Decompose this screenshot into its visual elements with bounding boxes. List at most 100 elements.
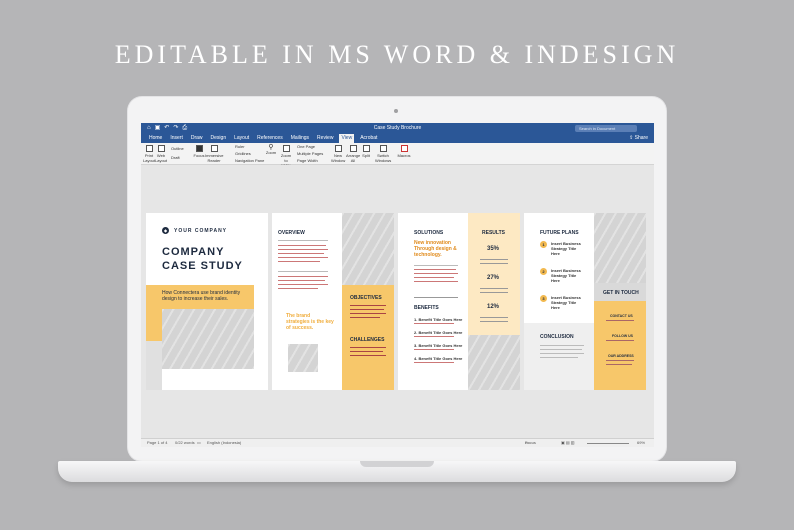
search-input[interactable]: Search in Document bbox=[575, 125, 637, 132]
switch-windows-button[interactable]: Switch Windows bbox=[375, 145, 391, 163]
zoom-level[interactable]: 69% bbox=[637, 439, 645, 447]
focus-button[interactable]: Focus bbox=[193, 145, 205, 158]
text-line bbox=[540, 349, 582, 350]
new-window-icon bbox=[334, 145, 342, 152]
new-window-label: New Window bbox=[331, 153, 346, 163]
print-layout-icon bbox=[145, 145, 153, 152]
quote-image-placeholder bbox=[288, 344, 318, 372]
tab-design[interactable]: Design bbox=[209, 134, 229, 143]
camera-dot bbox=[394, 109, 398, 113]
new-window-button[interactable]: New Window bbox=[331, 145, 345, 163]
page-count[interactable]: Page 1 of 4 bbox=[147, 439, 167, 447]
result-percent: 35% bbox=[487, 246, 500, 252]
results-image-placeholder bbox=[468, 335, 520, 390]
results-heading: RESULTS bbox=[482, 230, 505, 236]
split-button[interactable]: Split bbox=[361, 145, 371, 158]
text-line bbox=[606, 320, 634, 321]
multiple-pages-button[interactable]: Multiple Pages bbox=[297, 151, 323, 156]
web-layout-icon bbox=[157, 145, 165, 152]
word-window: ⌂ ▣ ↶ ↷ ⎙ Case Study Brochure Search in … bbox=[141, 123, 654, 447]
outline-button[interactable]: Outline bbox=[171, 146, 184, 151]
tab-view[interactable]: View bbox=[339, 134, 355, 143]
ruler-checkbox[interactable]: Ruler bbox=[235, 144, 245, 149]
plan-number: 2 bbox=[540, 268, 547, 275]
page-width-button[interactable]: Page Width bbox=[297, 158, 318, 163]
tagline: How Connectera use brand identity design… bbox=[162, 290, 241, 302]
split-icon bbox=[362, 145, 370, 152]
split-label: Split bbox=[362, 153, 370, 158]
multiple-pages-label: Multiple Pages bbox=[297, 151, 324, 156]
solutions-heading: SOLUTIONS bbox=[414, 230, 444, 236]
zoom-button[interactable]: ⚲ Zoom bbox=[265, 144, 277, 155]
overview-heading: OVERVIEW bbox=[278, 230, 305, 236]
web-layout-button[interactable]: Web Layout bbox=[155, 145, 167, 163]
text-line bbox=[278, 240, 328, 241]
focus-icon bbox=[195, 145, 203, 152]
text-line bbox=[480, 317, 508, 318]
text-line bbox=[414, 277, 454, 278]
page-future-plans: FUTURE PLANS 1 Insert Business Strategy … bbox=[524, 213, 646, 390]
gridlines-checkbox[interactable]: Gridlines bbox=[235, 151, 251, 156]
text-line bbox=[278, 280, 325, 281]
document-area[interactable]: ◆ YOUR COMPANY COMPANY CASE STUDY How Co… bbox=[141, 165, 654, 438]
text-line bbox=[540, 357, 578, 358]
text-line bbox=[414, 362, 454, 363]
proofing-icon[interactable]: ▭ bbox=[197, 439, 201, 447]
tab-references[interactable]: References bbox=[255, 134, 285, 143]
tab-home[interactable]: Home bbox=[147, 134, 164, 143]
macros-button[interactable]: Macros bbox=[397, 145, 411, 158]
plan-number: 1 bbox=[540, 241, 547, 248]
text-line bbox=[606, 360, 634, 361]
text-line bbox=[350, 347, 386, 348]
focus-status-label: Focus bbox=[525, 440, 536, 445]
tab-insert[interactable]: Insert bbox=[168, 134, 185, 143]
text-line bbox=[480, 292, 508, 293]
immersive-reader-button[interactable]: Immersive Reader bbox=[205, 145, 223, 163]
text-line bbox=[414, 336, 454, 337]
text-line bbox=[540, 345, 584, 346]
one-page-button[interactable]: One Page bbox=[297, 144, 315, 149]
challenges-heading: CHALLENGES bbox=[350, 337, 385, 343]
zoom-slider[interactable] bbox=[587, 443, 629, 444]
page-solutions: SOLUTIONS New innovation Through design … bbox=[398, 213, 520, 390]
cover-title-line1: COMPANY bbox=[162, 246, 225, 258]
text-line bbox=[278, 249, 328, 250]
text-line bbox=[414, 323, 454, 324]
draft-button[interactable]: Draft bbox=[171, 155, 180, 160]
headline: EDITABLE IN MS WORD & INDESIGN bbox=[114, 40, 680, 69]
tab-review[interactable]: Review bbox=[315, 134, 335, 143]
view-buttons[interactable]: ▣ ▤ ▥ bbox=[561, 439, 575, 447]
language[interactable]: English (Indonesia) bbox=[207, 439, 241, 447]
solutions-highlight: New innovation Through design & technolo… bbox=[414, 240, 457, 258]
future-image-placeholder bbox=[594, 213, 646, 283]
text-line bbox=[278, 288, 318, 289]
conclusion-heading: CONCLUSION bbox=[540, 334, 574, 340]
tab-layout[interactable]: Layout bbox=[232, 134, 251, 143]
future-plans-heading: FUTURE PLANS bbox=[540, 230, 579, 236]
arrange-all-button[interactable]: Arrange All bbox=[346, 145, 360, 163]
tab-draw[interactable]: Draw bbox=[189, 134, 205, 143]
text-line bbox=[350, 305, 386, 306]
print-layout-button[interactable]: Print Layout bbox=[143, 145, 155, 163]
logo-icon: ◆ bbox=[162, 227, 169, 234]
text-line bbox=[414, 269, 456, 270]
benefit-item: 4. Benefit Title Goes Here bbox=[414, 356, 463, 361]
word-count[interactable]: 0/22 words bbox=[175, 439, 195, 447]
text-line bbox=[480, 259, 508, 260]
text-line bbox=[480, 263, 508, 264]
plan-item: Insert Business Strategy Title Here bbox=[551, 295, 581, 310]
text-line bbox=[480, 321, 508, 322]
text-line bbox=[350, 313, 386, 314]
text-line bbox=[414, 273, 458, 274]
navigation-pane-checkbox[interactable]: Navigation Pane bbox=[235, 158, 264, 163]
tab-acrobat[interactable]: Acrobat bbox=[358, 134, 379, 143]
focus-label: Focus bbox=[193, 153, 205, 158]
tab-mailings[interactable]: Mailings bbox=[289, 134, 311, 143]
divider bbox=[414, 297, 458, 298]
page-cover: ◆ YOUR COMPANY COMPANY CASE STUDY How Co… bbox=[146, 213, 268, 390]
ribbon: Print Layout Web Layout Outline Draft Fo… bbox=[141, 143, 654, 168]
follow-us-label: FOLLOW US bbox=[612, 334, 633, 338]
overview-image-placeholder bbox=[342, 213, 394, 285]
share-button[interactable]: ⇪ Share bbox=[629, 134, 648, 143]
status-bar: Page 1 of 4 0/22 words ▭ English (Indone… bbox=[141, 438, 654, 447]
